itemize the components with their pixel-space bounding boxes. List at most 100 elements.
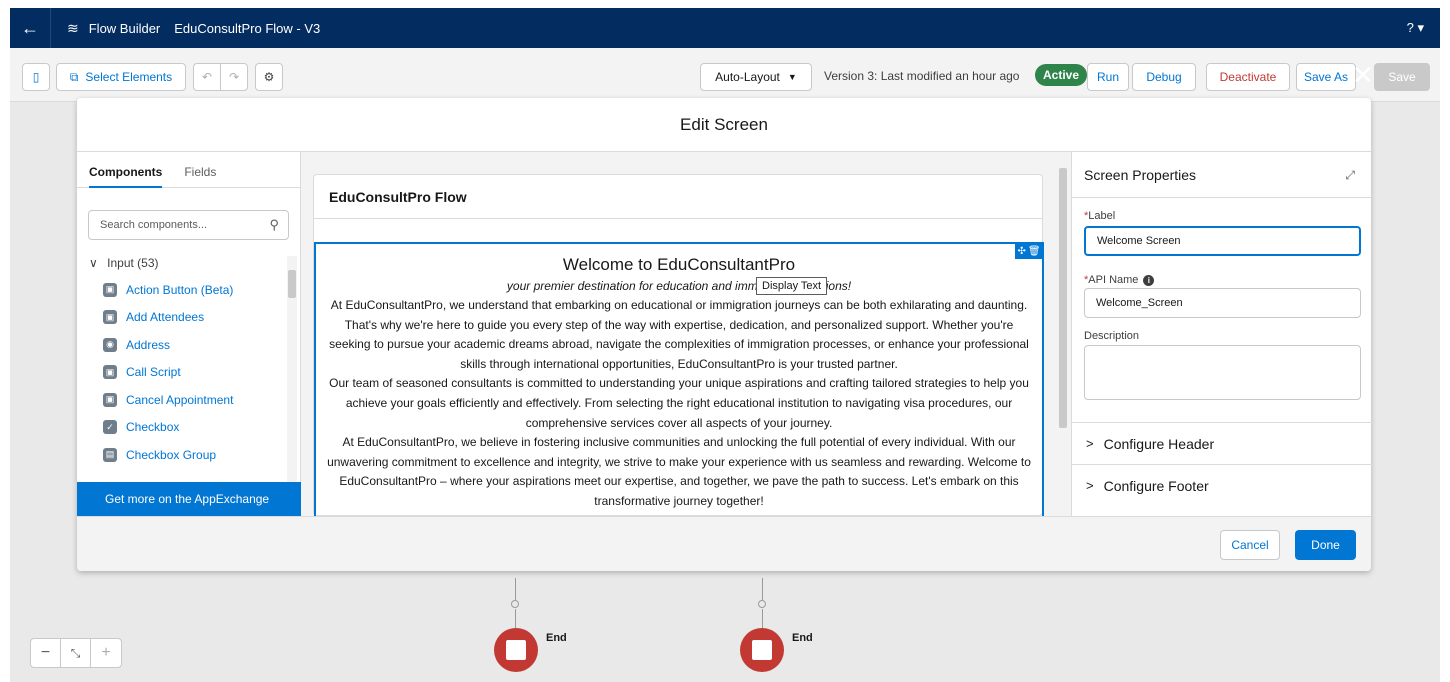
component-item[interactable]: ▣ Call Script xyxy=(103,359,283,387)
display-subheading: your premier destination for education a… xyxy=(506,279,852,293)
modal-body: Components Fields Search components... ⚲… xyxy=(77,152,1372,517)
connector-dot[interactable] xyxy=(758,600,766,608)
display-paragraph: At EduConsultantPro, we understand that … xyxy=(329,298,1029,371)
toggle-panel-button[interactable]: ▯ xyxy=(22,63,50,91)
version-status-text: Version 3: Last modified an hour ago xyxy=(824,69,1020,83)
chevron-right-icon: > xyxy=(1086,436,1094,451)
tab-components[interactable]: Components xyxy=(89,152,163,188)
modal-footer: Cancel Done xyxy=(77,516,1371,571)
connector-line xyxy=(515,609,516,629)
expand-icon[interactable]: ⤢ xyxy=(1345,168,1355,183)
chevron-down-icon: ▼ xyxy=(787,72,797,82)
search-icon: ⚲ xyxy=(269,217,279,232)
modal-title: Edit Screen xyxy=(680,114,768,134)
configure-footer-section[interactable]: > Configure Footer xyxy=(1072,464,1372,506)
checkbox-icon: ✓ xyxy=(103,420,117,435)
panel-icon: ▯ xyxy=(32,70,40,84)
back-arrow-icon[interactable]: ← xyxy=(10,18,50,39)
display-paragraph: Our team of seasoned consultants is comm… xyxy=(329,376,1029,430)
input-group-toggle[interactable]: ∨ Input (53) xyxy=(89,256,159,270)
component-label: Address xyxy=(126,337,171,352)
chevron-down-icon: ∨ xyxy=(89,256,98,270)
configure-header-section[interactable]: > Configure Header xyxy=(1072,422,1372,464)
chevron-right-icon: > xyxy=(1086,478,1094,493)
component-item[interactable]: ✓ Checkbox xyxy=(103,414,283,442)
label-field[interactable]: Welcome Screen xyxy=(1084,226,1361,256)
section-label: Configure Footer xyxy=(1103,477,1209,494)
layout-dropdown[interactable]: Auto-Layout ▼ xyxy=(700,63,812,91)
screen-canvas: EduConsultPro Flow ✣ 🗑 Welcome to EduCon… xyxy=(301,152,1071,517)
address-icon: ◉ xyxy=(103,337,117,352)
app-name: Flow Builder xyxy=(88,20,161,36)
active-status-badge: Active xyxy=(1035,64,1088,86)
connector-dot[interactable] xyxy=(511,600,519,608)
api-name-field[interactable]: Welcome_Screen xyxy=(1084,288,1361,318)
connector-line xyxy=(515,578,516,600)
connector-line xyxy=(762,609,763,629)
panel-tabs: Components Fields xyxy=(77,152,300,188)
component-item[interactable]: ▣ Add Attendees xyxy=(103,304,283,332)
label-field-label: *Label xyxy=(1084,210,1116,222)
save-as-button[interactable]: Save As xyxy=(1296,63,1356,91)
checkbox-group-icon: ▤ xyxy=(103,447,117,462)
component-actions[interactable]: ✣ 🗑 xyxy=(1015,243,1043,259)
settings-button[interactable]: ⚙ xyxy=(255,63,283,91)
cancel-icon: ▣ xyxy=(103,392,117,407)
undo-button[interactable]: ↶ xyxy=(193,63,221,91)
display-text-component[interactable]: ✣ 🗑 Welcome to EduConsultantPro your pre… xyxy=(314,242,1044,517)
appexchange-link[interactable]: Get more on the AppExchange xyxy=(77,482,301,516)
redo-icon: ↷ xyxy=(228,70,240,84)
tab-fields[interactable]: Fields xyxy=(184,152,216,187)
divider xyxy=(50,8,51,48)
add-icon: ▣ xyxy=(103,310,117,325)
debug-button[interactable]: Debug xyxy=(1132,63,1196,91)
script-icon: ▣ xyxy=(103,365,117,380)
scrollbar-thumb[interactable] xyxy=(1059,168,1067,428)
component-label: Checkbox Group xyxy=(126,447,217,462)
component-item[interactable]: ▣ Action Button (Beta) xyxy=(103,276,283,304)
zoom-in-icon[interactable]: + xyxy=(91,639,121,667)
end-node-icon[interactable] xyxy=(494,628,538,672)
run-button[interactable]: Run xyxy=(1087,63,1129,91)
delete-icon[interactable]: 🗑 xyxy=(1028,246,1041,257)
deactivate-button[interactable]: Deactivate xyxy=(1206,63,1290,91)
component-scrollbar[interactable] xyxy=(287,256,297,482)
flow-name: EduConsultPro Flow - V3 xyxy=(174,20,321,36)
component-tooltip: Display Text xyxy=(756,277,828,295)
fit-view-icon[interactable]: ⤡ xyxy=(61,639,91,667)
layout-label: Auto-Layout xyxy=(715,70,780,84)
screen-preview: EduConsultPro Flow ✣ 🗑 Welcome to EduCon… xyxy=(313,174,1044,517)
close-icon[interactable]: ✕ xyxy=(1352,62,1374,88)
description-field-label: Description xyxy=(1084,330,1140,342)
description-field[interactable] xyxy=(1084,345,1361,400)
properties-panel: Screen Properties ⤢ *Label Welcome Scree… xyxy=(1071,152,1372,516)
component-list: ▣ Action Button (Beta) ▣ Add Attendees ◉… xyxy=(103,276,283,482)
modal-header: Edit Screen xyxy=(77,98,1371,152)
api-name-field-label: *API Name i xyxy=(1084,274,1155,286)
display-heading: Welcome to EduConsultantPro xyxy=(562,255,796,274)
component-item[interactable]: ◉ Address xyxy=(103,331,283,359)
move-icon[interactable]: ✣ xyxy=(1017,246,1025,257)
undo-icon: ↶ xyxy=(201,70,213,84)
canvas-scrollbar[interactable] xyxy=(1057,156,1069,516)
done-button[interactable]: Done xyxy=(1295,530,1356,560)
component-label: Call Script xyxy=(126,365,181,380)
component-label: Cancel Appointment xyxy=(126,392,234,407)
scrollbar-thumb[interactable] xyxy=(288,270,296,298)
select-elements-button[interactable]: ⧉ Select Elements xyxy=(56,63,186,91)
search-input[interactable]: Search components... ⚲ xyxy=(88,210,289,240)
info-icon[interactable]: i xyxy=(1143,275,1155,286)
select-elements-label: Select Elements xyxy=(85,70,173,84)
save-button[interactable]: Save xyxy=(1374,63,1430,91)
cancel-button[interactable]: Cancel xyxy=(1220,530,1280,560)
component-item[interactable]: ▣ Cancel Appointment xyxy=(103,386,283,414)
component-label: Action Button (Beta) xyxy=(126,282,234,297)
group-label: Input (53) xyxy=(107,256,159,270)
end-node-icon[interactable] xyxy=(740,628,784,672)
builder-toolbar: ▯ ⧉ Select Elements ↶ ↷ ⚙ Auto-Layout ▼ … xyxy=(10,48,1440,102)
redo-button[interactable]: ↷ xyxy=(220,63,248,91)
help-menu-button[interactable]: ? ▾ xyxy=(1407,20,1424,36)
component-item[interactable]: ▤ Checkbox Group xyxy=(103,441,283,469)
zoom-out-icon[interactable]: − xyxy=(31,639,61,667)
components-panel: Components Fields Search components... ⚲… xyxy=(77,152,301,516)
